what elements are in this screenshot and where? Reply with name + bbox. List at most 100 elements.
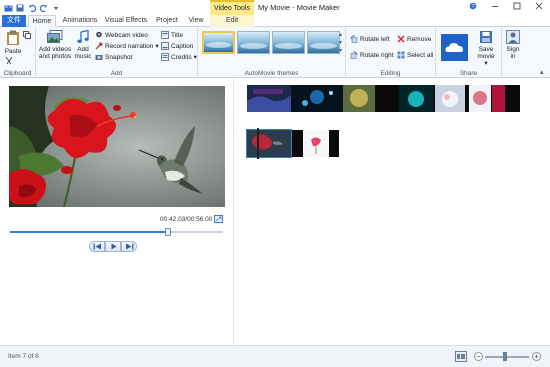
automovie-theme-2[interactable] bbox=[237, 31, 270, 54]
scroll-up-icon[interactable]: ▴ bbox=[339, 31, 342, 39]
ribbon: Paste Clipboard Add videos and photos Ad… bbox=[0, 27, 550, 78]
close-button[interactable] bbox=[528, 0, 550, 15]
save-movie-icon bbox=[480, 31, 492, 43]
tab-file[interactable]: 文件 bbox=[2, 15, 26, 27]
play-button[interactable] bbox=[105, 241, 121, 252]
tab-visual-effects[interactable]: Visual Effects bbox=[104, 15, 148, 27]
maximize-button[interactable] bbox=[506, 0, 528, 15]
previous-frame-icon bbox=[93, 243, 101, 250]
save-icon[interactable] bbox=[16, 4, 24, 12]
zoom-slider-track[interactable] bbox=[485, 356, 529, 358]
customize-qat-icon[interactable] bbox=[52, 4, 60, 12]
seek-bar-thumb[interactable] bbox=[165, 228, 171, 236]
remove-icon bbox=[397, 35, 405, 43]
rotate-left-label: Rotate left bbox=[360, 35, 390, 43]
snapshot-label: Snapshot bbox=[105, 53, 133, 61]
rotate-left-button[interactable]: Rotate left bbox=[350, 35, 390, 43]
select-all-button[interactable]: Select all bbox=[397, 51, 433, 59]
gallery-more-icon[interactable]: ▾ bbox=[339, 47, 342, 55]
minimize-button[interactable] bbox=[484, 0, 506, 15]
webcam-video-button[interactable]: Webcam video bbox=[95, 31, 148, 39]
editing-group: Rotate left Rotate right Remove Select a… bbox=[346, 27, 436, 78]
credits-icon bbox=[161, 53, 169, 61]
automovie-theme-1[interactable] bbox=[202, 31, 235, 54]
sign-in-label-line1: Sign bbox=[506, 46, 520, 53]
sign-in-icon bbox=[506, 30, 520, 44]
record-narration-label: Record narration bbox=[105, 42, 154, 50]
copy-icon bbox=[23, 31, 31, 39]
record-narration-button[interactable]: Record narration ▾ bbox=[95, 42, 159, 50]
sign-in-button[interactable]: Sign in bbox=[503, 30, 523, 60]
selected-clip-highlight bbox=[246, 129, 292, 158]
zoom-slider-thumb[interactable] bbox=[503, 352, 507, 361]
zoom-in-button[interactable]: + bbox=[532, 352, 541, 361]
snapshot-button[interactable]: Snapshot bbox=[95, 53, 132, 61]
cut-button[interactable] bbox=[5, 56, 13, 67]
copy-button[interactable] bbox=[23, 31, 31, 41]
add-videos-label-line2: and photos bbox=[38, 53, 72, 60]
add-videos-label-line1: Add videos bbox=[38, 46, 72, 53]
save-movie-label-line2-text: movie bbox=[477, 53, 495, 60]
add-music-button[interactable]: Add music bbox=[73, 29, 93, 60]
save-movie-button[interactable]: Save movie ▾ bbox=[475, 30, 497, 67]
title-button[interactable]: Title bbox=[161, 31, 183, 39]
automovie-themes-label: AutoMovie themes bbox=[244, 70, 299, 77]
automovie-themes-group: ▴ ▾ ▾ AutoMovie themes bbox=[198, 27, 346, 78]
tab-project[interactable]: Project bbox=[152, 15, 182, 27]
rotate-right-icon bbox=[350, 51, 358, 59]
clipboard-group-label: Clipboard bbox=[3, 70, 32, 77]
microphone-icon bbox=[95, 42, 103, 50]
play-icon bbox=[111, 243, 116, 250]
credits-button[interactable]: Credits ▾ bbox=[161, 53, 197, 61]
add-music-label-line1: Add bbox=[77, 46, 89, 53]
collapse-ribbon-icon[interactable]: ▴ bbox=[540, 68, 544, 76]
scroll-down-icon[interactable]: ▾ bbox=[339, 39, 342, 47]
caption-icon bbox=[161, 42, 169, 50]
next-frame-icon bbox=[125, 243, 133, 250]
storyboard-view-button[interactable] bbox=[455, 351, 467, 364]
help-icon[interactable]: ? bbox=[462, 0, 484, 15]
caption-label: Caption bbox=[171, 42, 194, 50]
storyboard-video-clip[interactable] bbox=[247, 85, 520, 112]
paste-button[interactable]: Paste bbox=[3, 30, 23, 55]
chevron-down-icon: ▾ bbox=[155, 43, 159, 50]
remove-button[interactable]: Remove bbox=[397, 35, 431, 43]
rotate-right-button[interactable]: Rotate right bbox=[350, 51, 394, 59]
save-movie-label-line1: Save bbox=[478, 46, 494, 53]
storyboard-playhead[interactable] bbox=[257, 128, 259, 159]
zoom-out-button[interactable]: − bbox=[474, 352, 483, 361]
automovie-theme-4[interactable] bbox=[307, 31, 340, 54]
ribbon-tabs: 文件 Home Animations Visual Effects Projec… bbox=[0, 15, 550, 28]
fullscreen-icon bbox=[215, 216, 222, 222]
quick-access-toolbar bbox=[0, 0, 60, 15]
caption-button[interactable]: Caption bbox=[161, 42, 193, 50]
tab-view[interactable]: View bbox=[184, 15, 208, 27]
title-label: Title bbox=[171, 31, 184, 39]
onedrive-button[interactable] bbox=[441, 34, 468, 61]
next-frame-button[interactable] bbox=[121, 241, 137, 252]
add-group-label: Add bbox=[110, 70, 123, 77]
add-videos-photos-button[interactable]: Add videos and photos bbox=[38, 30, 72, 60]
undo-icon[interactable] bbox=[28, 4, 37, 12]
previous-frame-button[interactable] bbox=[89, 241, 105, 252]
cut-icon bbox=[5, 56, 13, 65]
seek-bar-progress bbox=[10, 231, 168, 233]
tab-edit[interactable]: Edit bbox=[210, 15, 254, 27]
snapshot-icon bbox=[95, 53, 103, 61]
select-all-icon bbox=[397, 51, 405, 59]
music-note-icon bbox=[77, 29, 89, 43]
paste-icon bbox=[7, 30, 19, 45]
fullscreen-preview-button[interactable] bbox=[214, 215, 223, 223]
remove-label: Remove bbox=[407, 35, 432, 43]
window-controls: ? bbox=[462, 0, 550, 15]
app-icon[interactable] bbox=[4, 4, 13, 12]
video-preview[interactable] bbox=[9, 86, 225, 207]
status-bar: Item 7 of 8 − + bbox=[0, 345, 550, 367]
automovie-theme-3[interactable] bbox=[272, 31, 305, 54]
tab-animations[interactable]: Animations bbox=[60, 15, 100, 27]
rotate-left-icon bbox=[350, 35, 358, 43]
video-clip-thumbnails bbox=[247, 85, 520, 112]
clipboard-group: Paste Clipboard bbox=[0, 27, 36, 78]
redo-icon[interactable] bbox=[39, 4, 48, 12]
gallery-scroll-controls[interactable]: ▴ ▾ ▾ bbox=[339, 31, 342, 55]
